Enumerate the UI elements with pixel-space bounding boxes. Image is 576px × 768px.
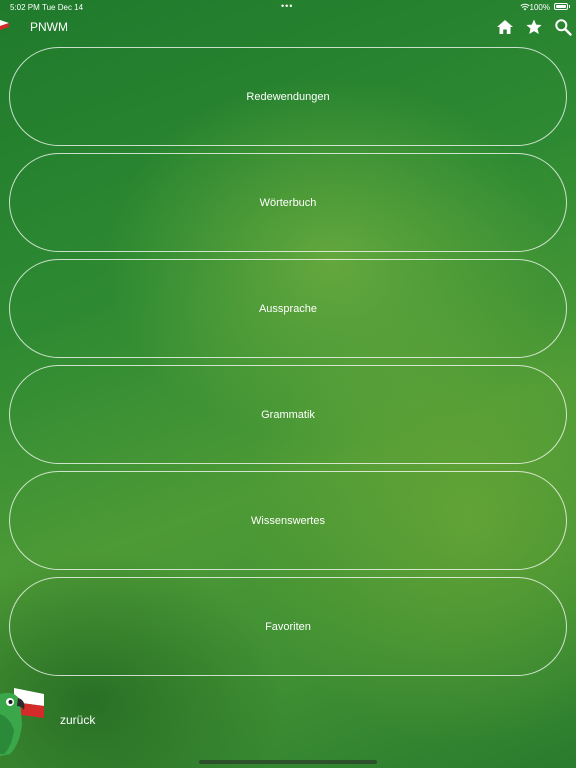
status-time: 5:02 PM (10, 3, 40, 12)
header: PNWM (0, 14, 576, 40)
multitasking-dots-icon[interactable]: ••• (281, 1, 293, 11)
menu-button-favoriten[interactable]: Favoriten (9, 577, 567, 676)
menu-button-redewendungen[interactable]: Redewendungen (9, 47, 567, 146)
home-icon[interactable] (496, 18, 514, 36)
polish-flag-icon (0, 20, 9, 30)
menu-button-woerterbuch[interactable]: Wörterbuch (9, 153, 567, 252)
battery-tip (568, 5, 570, 8)
star-icon[interactable] (525, 18, 543, 36)
search-icon[interactable] (554, 18, 572, 36)
menu-button-aussprache[interactable]: Aussprache (9, 259, 567, 358)
back-button[interactable]: zurück (60, 713, 95, 727)
home-indicator[interactable] (199, 760, 377, 764)
status-bar: 5:02 PM Tue Dec 14 ••• 100% (0, 0, 576, 14)
battery-icon (554, 3, 568, 10)
footer: zurück (0, 680, 200, 760)
app-title: PNWM (30, 20, 68, 34)
parrot-logo-icon (0, 688, 44, 756)
menu-button-wissenswertes[interactable]: Wissenswertes (9, 471, 567, 570)
status-date: Tue Dec 14 (42, 3, 84, 12)
main-menu: Redewendungen Wörterbuch Aussprache Gram… (9, 47, 567, 683)
menu-button-grammatik[interactable]: Grammatik (9, 365, 567, 464)
wifi-icon (520, 3, 530, 11)
battery-percentage: 100% (529, 3, 550, 12)
